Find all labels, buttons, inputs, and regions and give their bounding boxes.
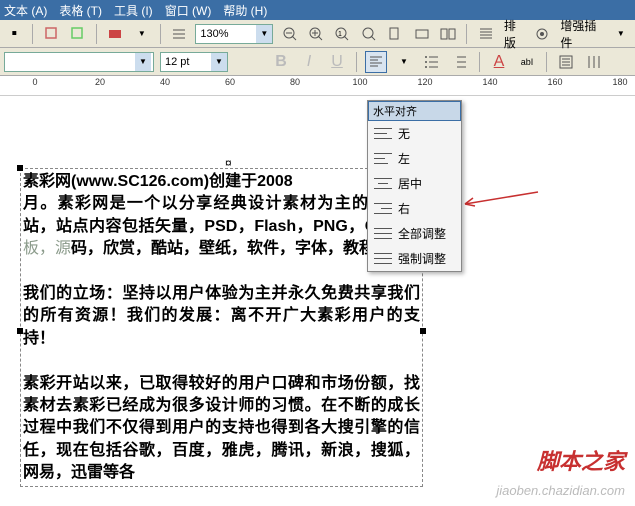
zoom-combo[interactable]: ▼	[195, 24, 273, 44]
ruler-tick: 160	[547, 77, 562, 87]
font-dropdown-icon[interactable]: ▼	[135, 53, 151, 71]
document-text[interactable]: 素彩网(www.SC126.com)创建于2008月。素彩网是一个以分享经典设计…	[23, 171, 420, 484]
zoom-in-icon[interactable]	[306, 23, 326, 45]
plugins-icon[interactable]	[532, 23, 552, 45]
layout-label: 排版	[504, 17, 526, 51]
horizontal-ruler: 0 20 40 60 80 100 120 140 160 180	[0, 76, 635, 96]
zoom-dropdown-icon[interactable]: ▼	[256, 25, 272, 43]
zoom-input[interactable]	[196, 28, 256, 40]
ruler-tick: 140	[482, 77, 497, 87]
align-center[interactable]: 居中	[368, 171, 461, 196]
separator	[479, 52, 480, 72]
ruler-tick: 0	[32, 77, 37, 87]
menu-table[interactable]: 表格 (T)	[59, 2, 102, 19]
dropdown-title: 水平对齐	[368, 101, 461, 121]
resize-handle[interactable]	[420, 328, 426, 334]
toolbar-1: ▪ ▼ ▼ 1 排版 增强插件 ▼	[0, 20, 635, 48]
align-left-icon[interactable]	[365, 51, 387, 73]
align-right-icon	[374, 202, 392, 216]
toolbar-2: ▼ ▼ B I U ▼ A abI	[0, 48, 635, 76]
resize-handle[interactable]	[17, 165, 23, 171]
menu-window[interactable]: 窗口 (W)	[165, 2, 212, 19]
fontsize-combo[interactable]: ▼	[160, 52, 228, 72]
zoom-out-icon[interactable]	[279, 23, 299, 45]
separator	[32, 24, 33, 44]
list-icon[interactable]	[421, 51, 443, 73]
plugins-label: 增强插件	[560, 17, 604, 51]
bold-icon[interactable]: B	[270, 51, 292, 73]
align-force-icon	[374, 252, 392, 266]
watermark-url: jiaoben.chazidian.com	[496, 483, 625, 498]
separator	[160, 24, 161, 44]
text-color-icon[interactable]: A	[488, 51, 510, 73]
align-justify-all[interactable]: 全部调整	[368, 221, 461, 246]
svg-text:1: 1	[338, 31, 342, 38]
ruler-tick: 60	[225, 77, 235, 87]
tool-btn-5[interactable]	[169, 23, 189, 45]
resize-handle[interactable]	[17, 328, 23, 334]
align-dropdown-menu: 水平对齐 无 左 居中 右 全部调整 强制调整	[367, 100, 462, 272]
zoom-page-icon[interactable]	[385, 23, 405, 45]
tool-btn-4[interactable]	[105, 23, 125, 45]
dropdown-arrow-icon[interactable]: ▼	[393, 51, 415, 73]
separator	[96, 24, 97, 44]
align-right[interactable]: 右	[368, 196, 461, 221]
para-icon[interactable]	[555, 51, 577, 73]
fontsize-input[interactable]	[161, 56, 211, 68]
align-force-justify[interactable]: 强制调整	[368, 246, 461, 271]
align-center-icon	[374, 177, 392, 191]
ruler-tick: 20	[95, 77, 105, 87]
page-canvas[interactable]: 水平对齐 无 左 居中 右 全部调整 强制调整 ¤ 素彩网(www.SC126.…	[0, 96, 635, 506]
ruler-tick: 80	[290, 77, 300, 87]
dropdown-arrow-icon[interactable]: ▼	[611, 23, 631, 45]
font-input[interactable]	[5, 56, 135, 68]
annotation-arrow-icon	[460, 189, 540, 209]
align-none[interactable]: 无	[368, 121, 461, 146]
tool-btn-2[interactable]	[41, 23, 61, 45]
watermark-text: 脚本之家	[537, 444, 625, 476]
ruler-tick: 120	[417, 77, 432, 87]
menu-text[interactable]: 文本 (A)	[4, 2, 47, 19]
align-none-icon	[374, 127, 392, 141]
align-left-icon	[374, 152, 392, 166]
italic-icon[interactable]: I	[298, 51, 320, 73]
align-left[interactable]: 左	[368, 146, 461, 171]
ruler-tick: 40	[160, 77, 170, 87]
align-justify-icon	[374, 227, 392, 241]
layout-icon[interactable]	[475, 23, 495, 45]
separator	[356, 52, 357, 72]
fontsize-dropdown-icon[interactable]: ▼	[211, 53, 227, 71]
menu-help[interactable]: 帮助 (H)	[223, 2, 267, 19]
zoom-width-icon[interactable]	[412, 23, 432, 45]
tool-btn-1[interactable]: ▪	[4, 23, 24, 45]
menu-bar: 文本 (A) 表格 (T) 工具 (I) 窗口 (W) 帮助 (H)	[0, 0, 635, 20]
ruler-tick: 180	[612, 77, 627, 87]
columns-icon[interactable]	[583, 51, 605, 73]
separator	[546, 52, 547, 72]
tool-btn-3[interactable]	[68, 23, 88, 45]
underline-icon[interactable]: U	[326, 51, 348, 73]
dropdown-arrow-icon[interactable]: ▼	[132, 23, 152, 45]
zoom-fit-icon[interactable]	[359, 23, 379, 45]
highlight-icon[interactable]: abI	[516, 51, 538, 73]
font-combo[interactable]: ▼	[4, 52, 154, 72]
numlist-icon[interactable]	[449, 51, 471, 73]
menu-tool[interactable]: 工具 (I)	[114, 2, 153, 19]
separator	[466, 24, 467, 44]
zoom-spread-icon[interactable]	[438, 23, 458, 45]
text-frame[interactable]: 素彩网(www.SC126.com)创建于2008月。素彩网是一个以分享经典设计…	[20, 168, 423, 487]
zoom-100-icon[interactable]: 1	[332, 23, 352, 45]
ruler-tick: 100	[352, 77, 367, 87]
